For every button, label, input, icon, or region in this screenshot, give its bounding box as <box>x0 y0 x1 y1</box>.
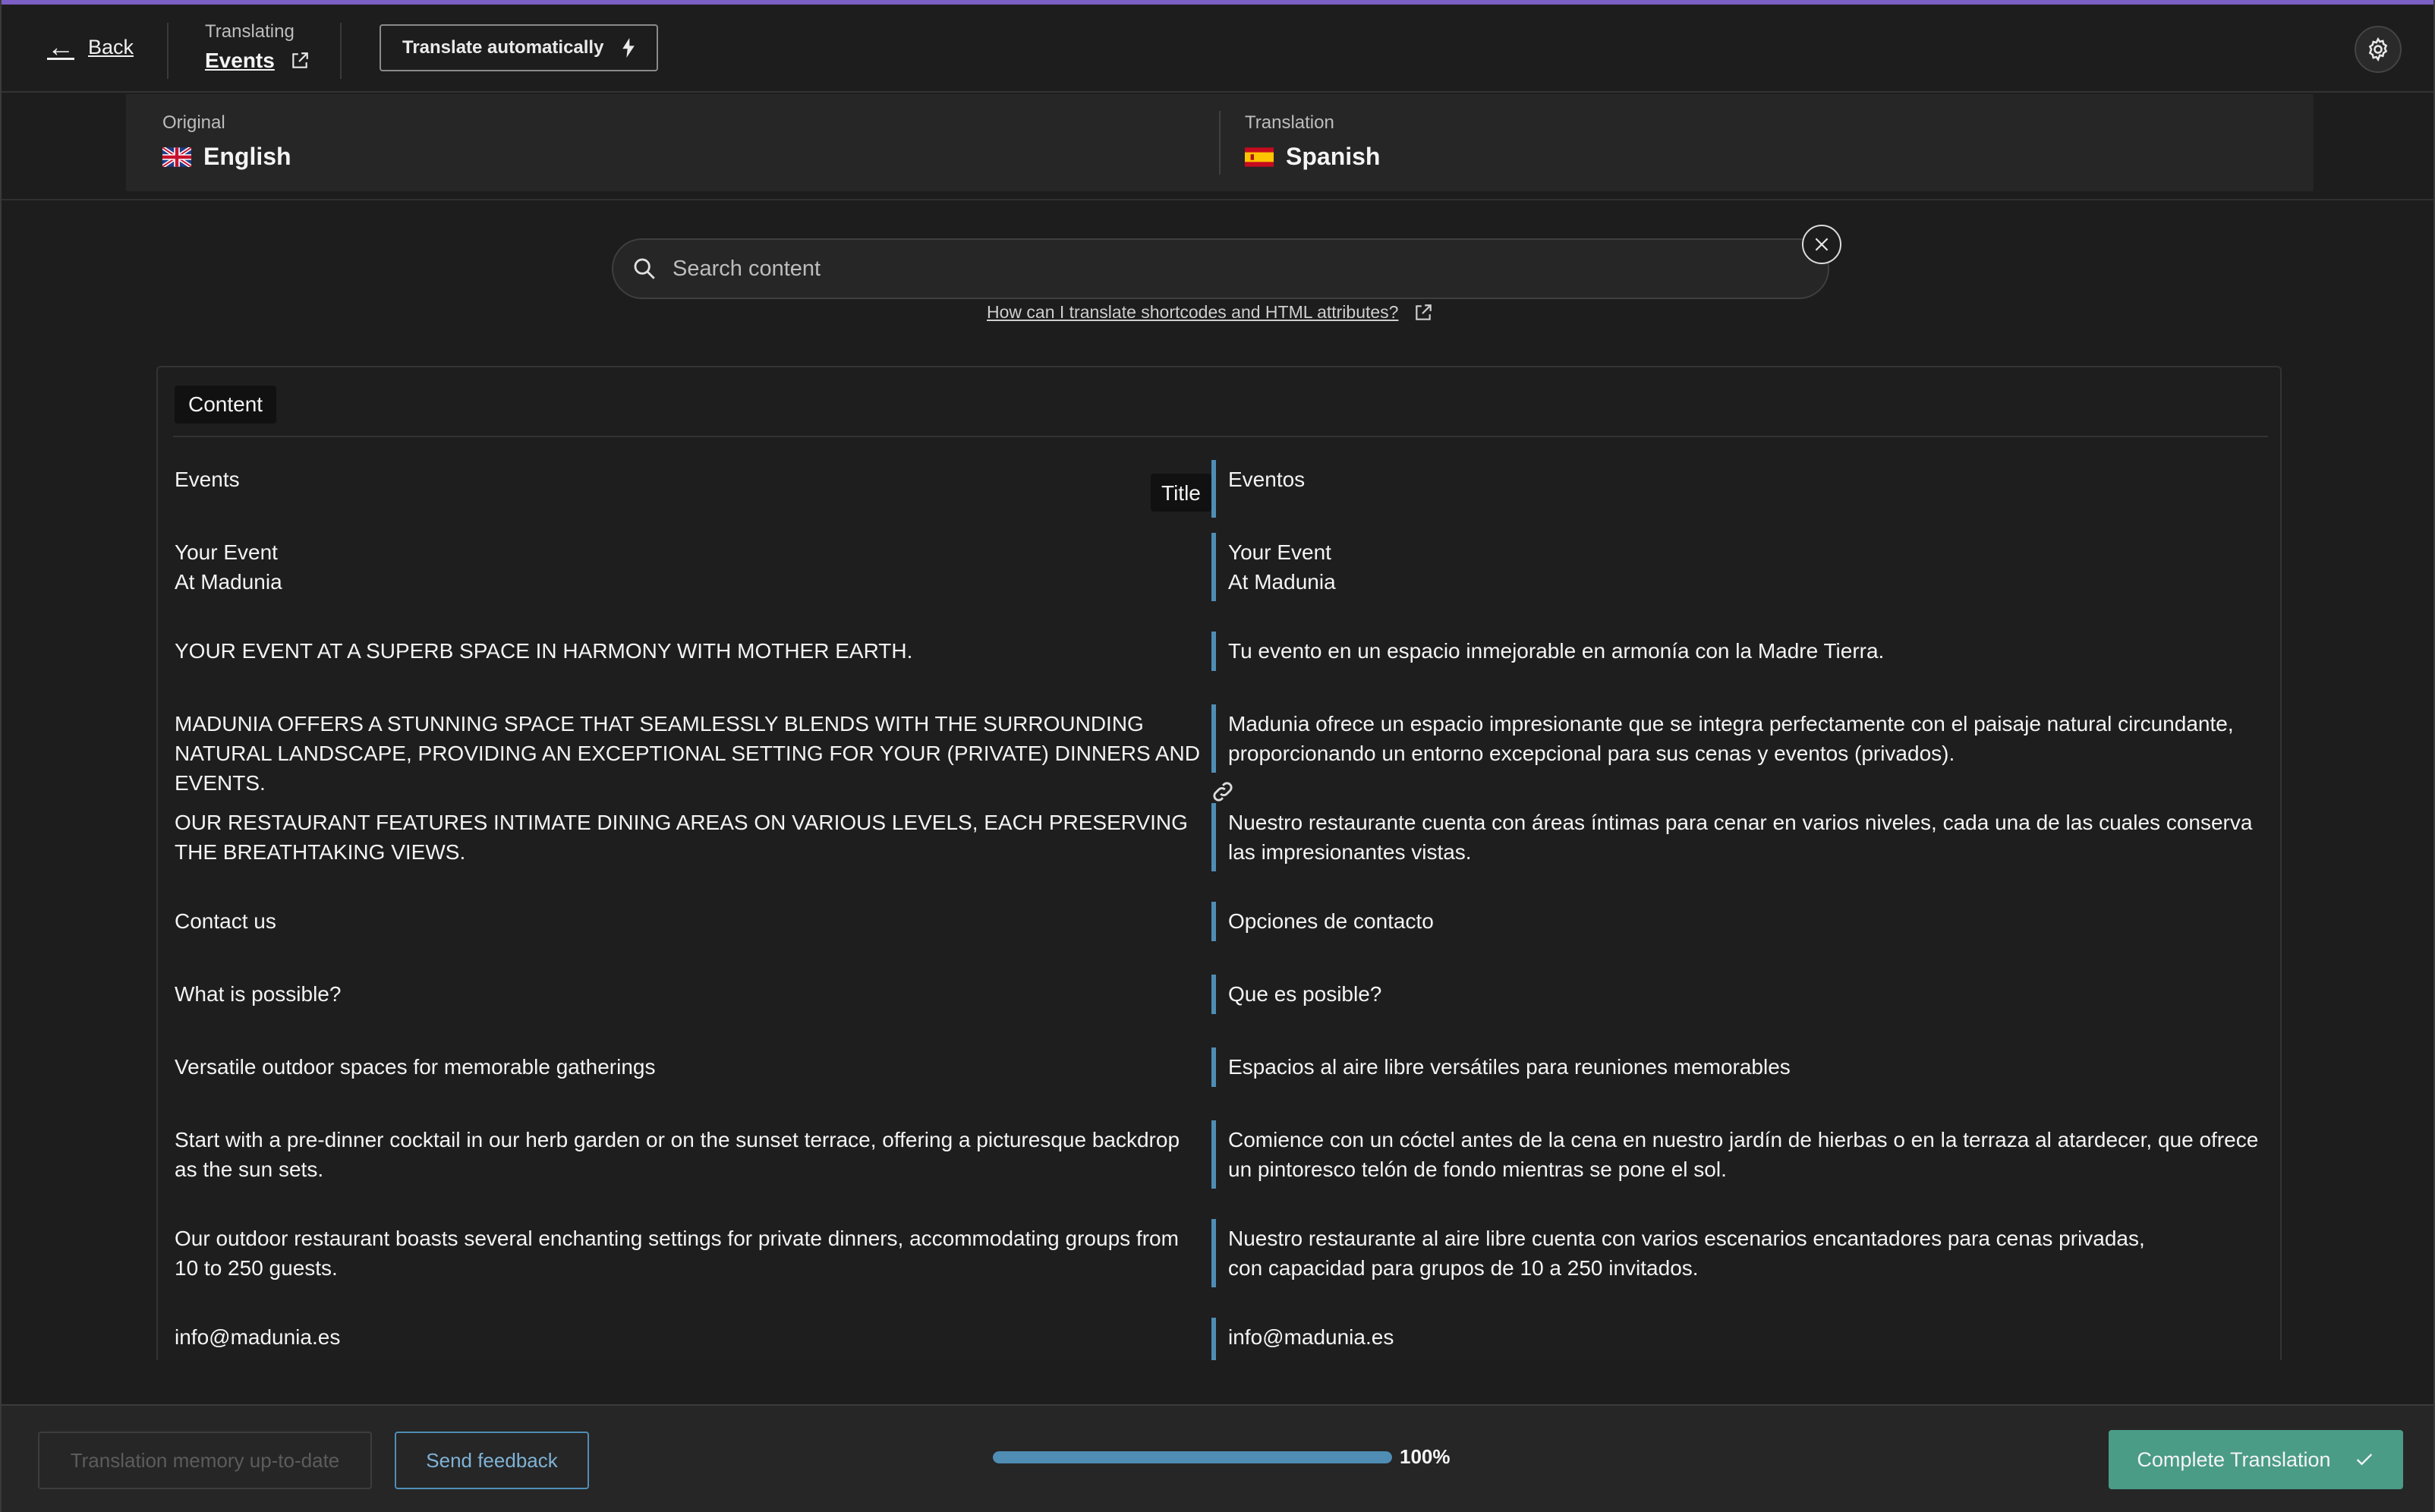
translation-text[interactable]: Comience con un cóctel antes de la cena … <box>1228 1125 2260 1184</box>
translate-automatically-label: Translate automatically <box>402 37 604 58</box>
original-text: Our outdoor restaurant boasts several en… <box>175 1227 1179 1280</box>
original-text: Versatile outdoor spaces for memorable g… <box>175 1055 656 1079</box>
translation-language-name: Spanish <box>1286 143 1381 170</box>
translation-language: Translation Spanish <box>1245 112 1380 171</box>
language-bar: Original English Translation Spanish <box>126 94 2314 191</box>
original-text: Contact us <box>175 909 276 933</box>
translation-text[interactable]: Eventos <box>1228 465 2260 494</box>
translate-automatically-button[interactable]: Translate automatically <box>380 24 659 71</box>
row-bar <box>1211 1219 1216 1287</box>
external-link-icon <box>1416 304 1432 320</box>
translation-text[interactable]: info@madunia.es <box>1228 1322 2260 1352</box>
title-badge: Title <box>1151 474 1211 512</box>
translation-text[interactable]: Opciones de contacto <box>1228 906 2260 936</box>
post-title-link[interactable]: Events <box>205 49 310 73</box>
original-caption: Original <box>162 112 225 133</box>
language-divider <box>1219 111 1221 175</box>
translating-caption: Translating <box>205 21 295 42</box>
original-language-name: English <box>203 143 291 170</box>
external-link-icon <box>292 52 308 68</box>
translation-memory-button: Translation memory up-to-date <box>38 1432 372 1489</box>
row-bar <box>1211 803 1216 871</box>
original-text: Events <box>175 468 240 491</box>
lightning-icon <box>622 38 635 58</box>
header-divider <box>167 23 169 79</box>
row-bar <box>1211 975 1216 1014</box>
settings-button[interactable] <box>2355 26 2402 73</box>
complete-translation-button[interactable]: Complete Translation <box>2109 1430 2403 1489</box>
translating-info: Translating Events <box>205 21 310 73</box>
check-icon <box>2356 1454 2372 1466</box>
row-bar <box>1211 1047 1216 1087</box>
back-link[interactable]: ← Back <box>47 33 134 61</box>
original-text: Start with a pre-dinner cocktail in our … <box>175 1128 1180 1181</box>
footer: Translation memory up-to-date Send feedb… <box>2 1404 2433 1512</box>
clear-search-button[interactable] <box>1802 225 1841 264</box>
link-icon[interactable] <box>1210 779 1236 805</box>
close-icon <box>1815 238 1829 251</box>
search-bar <box>612 238 1829 299</box>
content-panel: Content Events Title Eventos Your Event … <box>156 366 2282 1360</box>
translation-text[interactable]: Que es posible? <box>1228 979 2260 1009</box>
original-text: MADUNIA OFFERS A STUNNING SPACE THAT SEA… <box>175 712 1200 795</box>
original-text: YOUR EVENT AT A SUPERB SPACE IN HARMONY … <box>175 639 913 663</box>
row-bar <box>1211 1120 1216 1189</box>
divider <box>2 199 2433 200</box>
row-bar <box>1211 704 1216 773</box>
post-title: Events <box>205 49 275 72</box>
tab-content[interactable]: Content <box>175 386 277 424</box>
original-text: What is possible? <box>175 982 342 1006</box>
translation-text[interactable]: Espacios al aire libre versátiles para r… <box>1228 1052 2260 1082</box>
uk-flag-icon <box>162 146 191 167</box>
original-text: info@madunia.es <box>175 1325 341 1349</box>
translation-text[interactable]: Tu evento en un espacio inmejorable en a… <box>1228 636 2260 666</box>
original-text: OUR RESTAURANT FEATURES INTIMATE DINING … <box>175 811 1188 864</box>
translation-caption: Translation <box>1245 112 1334 133</box>
translation-text[interactable]: Nuestro restaurante cuenta con áreas ínt… <box>1228 808 2260 867</box>
back-label: Back <box>88 35 134 58</box>
row-bar <box>1211 1318 1216 1360</box>
search-icon <box>634 258 655 279</box>
shortcodes-help-link[interactable]: How can I translate shortcodes and HTML … <box>987 302 1433 323</box>
help-link-label: How can I translate shortcodes and HTML … <box>987 302 1399 322</box>
row-bar <box>1211 902 1216 941</box>
header-divider <box>340 23 342 79</box>
row-bar <box>1211 460 1216 518</box>
progress-bar <box>993 1451 1392 1463</box>
translation-text[interactable]: Nuestro restaurante al aire libre cuenta… <box>1228 1224 2185 1283</box>
translation-text[interactable]: Your Event At Madunia <box>1228 537 2260 597</box>
divider <box>173 436 2268 437</box>
row-bar <box>1211 632 1216 671</box>
progress-label: 100% <box>1400 1445 1451 1468</box>
header: ← Back Translating Events Translate auto… <box>2 5 2433 93</box>
arrow-left-icon: ← <box>47 31 74 62</box>
search-input[interactable] <box>673 256 1735 282</box>
translation-text[interactable]: Madunia ofrece un espacio impresionante … <box>1228 709 2260 768</box>
send-feedback-button[interactable]: Send feedback <box>395 1432 589 1489</box>
progress-fill <box>993 1451 1392 1463</box>
gear-icon <box>2368 37 2388 62</box>
complete-translation-label: Complete Translation <box>2137 1447 2331 1471</box>
row-bar <box>1211 533 1216 601</box>
original-text: Your Event At Madunia <box>175 540 282 594</box>
original-language: Original English <box>162 112 291 171</box>
spain-flag-icon <box>1245 146 1274 167</box>
translation-editor: ← Back Translating Events Translate auto… <box>0 0 2435 1512</box>
